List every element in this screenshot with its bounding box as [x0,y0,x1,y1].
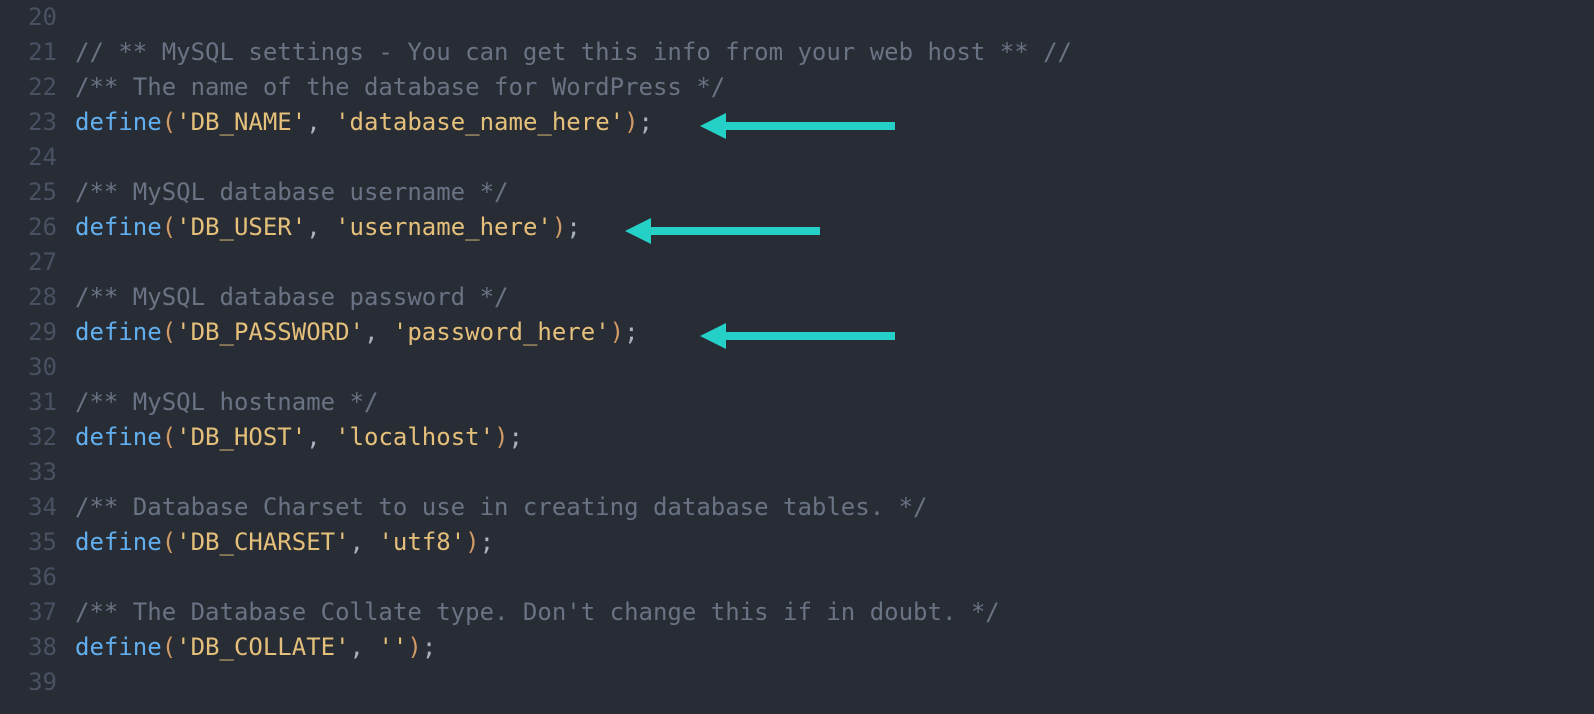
token: ) [465,528,479,556]
token: define [75,213,162,241]
code-line[interactable]: // ** MySQL settings - You can get this … [75,35,1594,70]
token: , [350,633,379,661]
token: ( [162,318,176,346]
token: 'username_here' [335,213,552,241]
token: ( [162,108,176,136]
token: /** MySQL database username */ [75,178,508,206]
token: , [306,213,335,241]
line-number: 31 [0,385,57,420]
code-line[interactable]: define('DB_COLLATE', ''); [75,630,1594,665]
code-line[interactable] [75,560,1594,595]
line-number: 36 [0,560,57,595]
line-number: 33 [0,455,57,490]
code-line[interactable] [75,350,1594,385]
line-number: 25 [0,175,57,210]
line-number: 30 [0,350,57,385]
line-number: 35 [0,525,57,560]
token: ; [566,213,580,241]
code-line[interactable] [75,455,1594,490]
token: 'DB_NAME' [176,108,306,136]
token: ; [509,423,523,451]
token: ; [639,108,653,136]
token: define [75,423,162,451]
token: '' [378,633,407,661]
token: ) [407,633,421,661]
token: ; [422,633,436,661]
token: 'DB_PASSWORD' [176,318,364,346]
line-number: 26 [0,210,57,245]
token: /** MySQL hostname */ [75,388,378,416]
token: 'database_name_here' [335,108,624,136]
token: ( [162,423,176,451]
line-number: 37 [0,595,57,630]
code-line[interactable]: define('DB_USER', 'username_here'); [75,210,1594,245]
token: /** The Database Collate type. Don't cha… [75,598,1000,626]
line-number: 20 [0,0,57,35]
token: define [75,108,162,136]
code-line[interactable]: /** MySQL database password */ [75,280,1594,315]
code-line[interactable] [75,140,1594,175]
token: 'utf8' [378,528,465,556]
token: ( [162,528,176,556]
code-line[interactable]: /** MySQL hostname */ [75,385,1594,420]
token: ( [162,213,176,241]
token: , [306,423,335,451]
token: 'DB_USER' [176,213,306,241]
token: 'DB_HOST' [176,423,306,451]
token: ) [624,108,638,136]
token: define [75,633,162,661]
code-area[interactable]: // ** MySQL settings - You can get this … [75,0,1594,714]
line-number: 29 [0,315,57,350]
line-number: 24 [0,140,57,175]
token: , [306,108,335,136]
code-editor[interactable]: 2021222324252627282930313233343536373839… [0,0,1594,714]
line-number-gutter: 2021222324252627282930313233343536373839 [0,0,75,714]
line-number: 34 [0,490,57,525]
code-line[interactable]: /** Database Charset to use in creating … [75,490,1594,525]
token: /** MySQL database password */ [75,283,508,311]
token: , [364,318,393,346]
token: ) [552,213,566,241]
code-line[interactable]: define('DB_HOST', 'localhost'); [75,420,1594,455]
code-line[interactable]: /** MySQL database username */ [75,175,1594,210]
token: ; [480,528,494,556]
token: define [75,318,162,346]
token: 'DB_COLLATE' [176,633,349,661]
token: ) [494,423,508,451]
line-number: 27 [0,245,57,280]
line-number: 22 [0,70,57,105]
code-line[interactable]: define('DB_NAME', 'database_name_here'); [75,105,1594,140]
token: define [75,528,162,556]
code-line[interactable]: define('DB_PASSWORD', 'password_here'); [75,315,1594,350]
token: ; [624,318,638,346]
code-line[interactable] [75,665,1594,700]
code-line[interactable] [75,245,1594,280]
token: 'localhost' [335,423,494,451]
line-number: 23 [0,105,57,140]
token: ) [610,318,624,346]
code-line[interactable] [75,0,1594,35]
token: 'password_here' [393,318,610,346]
token: /** Database Charset to use in creating … [75,493,928,521]
line-number: 32 [0,420,57,455]
token: /** The name of the database for WordPre… [75,73,725,101]
line-number: 28 [0,280,57,315]
line-number: 38 [0,630,57,665]
code-line[interactable]: /** The Database Collate type. Don't cha… [75,595,1594,630]
token: // ** MySQL settings - You can get this … [75,38,1072,66]
token: ( [162,633,176,661]
token: 'DB_CHARSET' [176,528,349,556]
line-number: 21 [0,35,57,70]
line-number: 39 [0,665,57,700]
token: , [350,528,379,556]
code-line[interactable]: define('DB_CHARSET', 'utf8'); [75,525,1594,560]
code-line[interactable]: /** The name of the database for WordPre… [75,70,1594,105]
